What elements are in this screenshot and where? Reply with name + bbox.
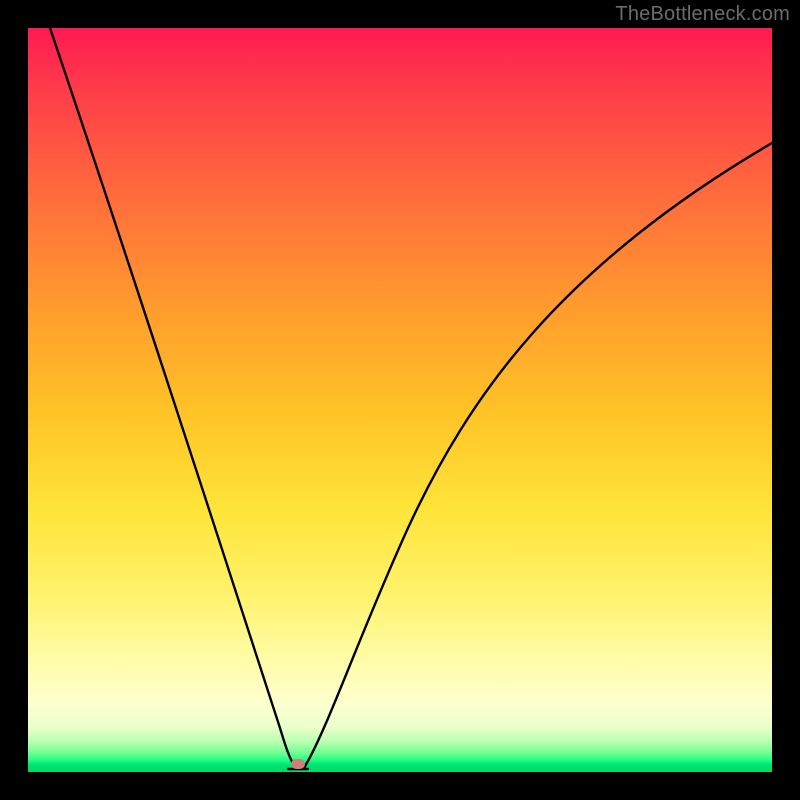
bottleneck-curve: [28, 28, 772, 772]
optimal-point-marker: [291, 759, 305, 769]
plot-area: [28, 28, 772, 772]
chart-frame: TheBottleneck.com: [0, 0, 800, 800]
watermark-text: TheBottleneck.com: [615, 3, 790, 26]
